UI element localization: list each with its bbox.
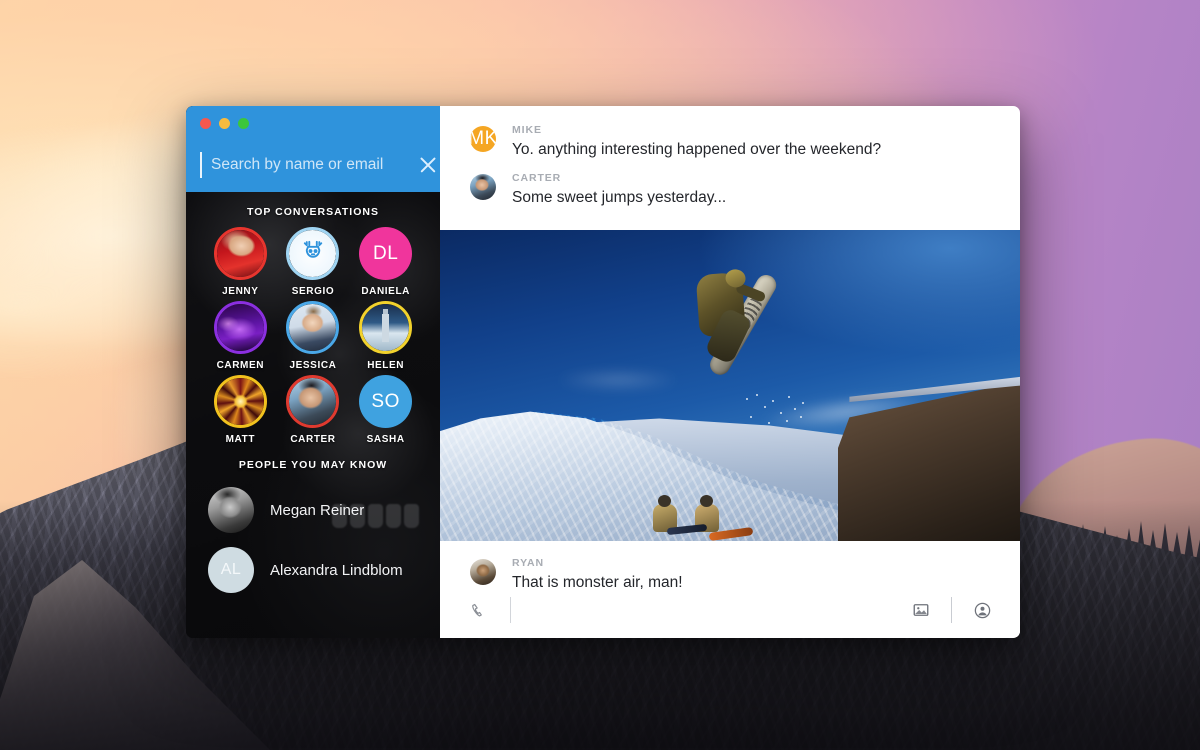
avatar bbox=[213, 301, 267, 354]
conversation-carmen[interactable]: CARMEN bbox=[204, 301, 277, 371]
avatar-photo bbox=[216, 230, 264, 277]
avatar-photo bbox=[289, 378, 337, 425]
search-row bbox=[200, 152, 424, 178]
message: CARTER Some sweet jumps yesterday... bbox=[440, 172, 1020, 207]
chat-panel: MK MIKE Yo. anything interesting happened … bbox=[440, 106, 1020, 638]
conversation-helen[interactable]: HELEN bbox=[349, 301, 422, 371]
search-bar bbox=[186, 106, 440, 192]
image-icon[interactable] bbox=[909, 598, 933, 622]
top-conversations-title: TOP CONVERSATIONS bbox=[247, 206, 379, 218]
deer-icon bbox=[303, 241, 323, 259]
photo-seated-riders bbox=[649, 492, 779, 541]
avatar bbox=[359, 301, 413, 354]
conversation-name: SASHA bbox=[366, 434, 405, 445]
list-item[interactable]: Megan Reiner bbox=[186, 480, 440, 540]
app-window: TOP CONVERSATIONS JENNY SERGIO DL DANIELA CA… bbox=[186, 106, 1020, 638]
avatar-photo bbox=[362, 304, 410, 351]
people-you-may-know-title: PEOPLE YOU MAY KNOW bbox=[238, 459, 388, 471]
message-author: CARTER bbox=[512, 172, 562, 184]
avatar: MK bbox=[470, 126, 496, 152]
avatar: SO bbox=[359, 375, 413, 428]
conversation-daniela[interactable]: DL DANIELA bbox=[349, 227, 422, 297]
person-circle-icon[interactable] bbox=[970, 598, 994, 622]
conversation-jessica[interactable]: JESSICA bbox=[277, 301, 350, 371]
message-list: MK MIKE Yo. anything interesting happened … bbox=[440, 106, 1020, 230]
composer-divider-2 bbox=[951, 597, 952, 623]
sidebar-content: TOP CONVERSATIONS JENNY SERGIO DL DANIELA CA… bbox=[186, 192, 440, 638]
avatar bbox=[208, 487, 254, 533]
window-traffic-lights bbox=[200, 118, 249, 129]
conversation-carter[interactable]: CARTER bbox=[277, 375, 350, 445]
photo-snow-spray bbox=[742, 392, 812, 432]
avatar-photo bbox=[216, 304, 264, 351]
person-name: Megan Reiner bbox=[270, 501, 365, 519]
search-input[interactable] bbox=[211, 156, 411, 174]
conversation-matt[interactable]: MATT bbox=[204, 375, 277, 445]
conversation-name: DANIELA bbox=[361, 286, 410, 297]
avatar bbox=[286, 227, 340, 280]
person-name: Alexandra Lindblom bbox=[270, 561, 403, 579]
phone-icon[interactable] bbox=[466, 598, 490, 622]
message-author: MIKE bbox=[512, 124, 542, 136]
message-input[interactable] bbox=[533, 601, 909, 619]
chat-footer: RYAN That is monster air, man! bbox=[440, 541, 1020, 638]
avatar bbox=[470, 174, 496, 200]
conversation-name: SERGIO bbox=[291, 286, 335, 297]
close-icon[interactable] bbox=[417, 154, 439, 176]
photo-rider-head-1 bbox=[657, 495, 671, 507]
composer-divider bbox=[510, 597, 511, 623]
photo-rider-head-2 bbox=[699, 495, 713, 507]
message-text: Yo. anything interesting happened over t… bbox=[512, 141, 882, 158]
avatar bbox=[213, 227, 267, 280]
message-text: Some sweet jumps yesterday... bbox=[512, 189, 727, 206]
list-item[interactable]: AL Alexandra Lindblom bbox=[186, 540, 440, 600]
conversation-name: CARTER bbox=[290, 434, 336, 445]
close-window-button[interactable] bbox=[200, 118, 211, 129]
avatar-photo bbox=[289, 230, 337, 277]
avatar: DL bbox=[359, 227, 413, 280]
photo-cloud-wisp-2 bbox=[532, 366, 703, 393]
conversation-name: MATT bbox=[225, 434, 256, 445]
conversation-name: JENNY bbox=[222, 286, 259, 297]
message-body: MIKE Yo. anything interesting happened ov… bbox=[512, 124, 994, 159]
avatar bbox=[286, 375, 340, 428]
conversation-sergio[interactable]: SERGIO bbox=[277, 227, 350, 297]
people-list: Megan Reiner AL Alexandra Lindblom bbox=[186, 480, 440, 600]
conversation-name: JESSICA bbox=[289, 360, 337, 371]
top-conversations-grid: JENNY SERGIO DL DANIELA CARMEN JESSICA HELEN MA… bbox=[186, 227, 440, 445]
message-image-attachment[interactable] bbox=[440, 230, 1020, 541]
reply-author: RYAN bbox=[512, 557, 544, 569]
conversation-sasha[interactable]: SO SASHA bbox=[349, 375, 422, 445]
message: MK MIKE Yo. anything interesting happened … bbox=[440, 124, 1020, 159]
conversation-jenny[interactable]: JENNY bbox=[204, 227, 277, 297]
avatar-photo bbox=[216, 378, 264, 425]
avatar: AL bbox=[208, 547, 254, 593]
zoom-window-button[interactable] bbox=[238, 118, 249, 129]
minimize-window-button[interactable] bbox=[219, 118, 230, 129]
message-composer bbox=[440, 582, 1020, 638]
avatar bbox=[213, 375, 267, 428]
tower-shape bbox=[381, 314, 390, 342]
conversation-name: HELEN bbox=[367, 360, 405, 371]
photo-snowboarder bbox=[682, 260, 807, 392]
message-body: CARTER Some sweet jumps yesterday... bbox=[512, 172, 994, 207]
conversation-name: CARMEN bbox=[216, 360, 265, 371]
sidebar: TOP CONVERSATIONS JENNY SERGIO DL DANIELA CA… bbox=[186, 106, 440, 638]
avatar-photo bbox=[289, 304, 337, 351]
search-caret bbox=[200, 152, 202, 178]
avatar bbox=[286, 301, 340, 354]
